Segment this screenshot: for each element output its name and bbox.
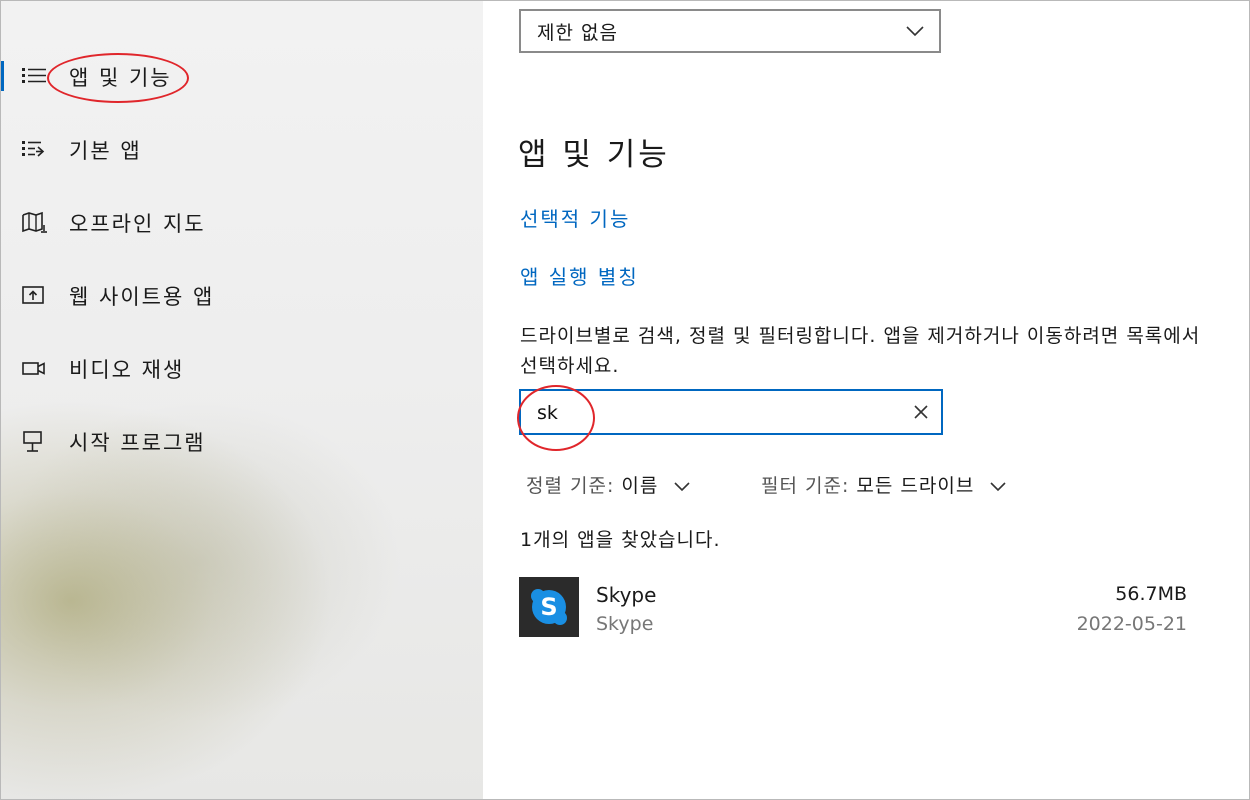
skype-icon: S [531,589,567,625]
app-execution-aliases-link[interactable]: 앱 실행 별칭 [520,261,639,290]
app-name: Skype [596,583,657,607]
app-size: 56.7MB [1115,583,1187,605]
svg-text:S: S [540,593,557,621]
filter-dropdown[interactable]: 필터 기준: 모든 드라이브 [761,471,1007,498]
apps-for-websites-icon [22,286,44,304]
search-box[interactable] [519,389,943,435]
sort-dropdown[interactable]: 정렬 기준: 이름 [526,471,691,498]
app-install-date: 2022-05-21 [1076,613,1187,635]
sidebar-item-offline-maps[interactable]: 오프라인 지도 [1,197,483,247]
result-count: 1개의 앱을 찾았습니다. [520,529,721,551]
sidebar: 앱 및 기능 기본 앱 오프라인 지도 웹 사이트용 앱 비디오 재생 시작 프… [1,1,483,799]
sort-value: 이름 [621,475,659,497]
video-playback-icon [22,362,45,375]
description-text: 드라이브별로 검색, 정렬 및 필터링합니다. 앱을 제거하거나 이동하려면 목… [520,325,1201,377]
default-apps-icon [22,141,45,157]
chevron-down-icon [906,26,924,37]
filter-value: 모든 드라이브 [856,475,975,497]
apps-features-icon [22,68,46,83]
main-pane: 제한 없음 앱 및 기능 선택적 기능 앱 실행 별칭 드라이브별로 검색, 정… [483,1,1248,799]
app-icon-tile: S [519,577,579,637]
startup-icon [23,431,42,452]
sidebar-item-label: 앱 및 기능 [69,66,172,90]
sidebar-item-apps-for-websites[interactable]: 웹 사이트용 앱 [1,270,483,320]
sort-label: 정렬 기준: [526,475,615,497]
filter-label: 필터 기준: [761,475,850,497]
sidebar-item-default-apps[interactable]: 기본 앱 [1,124,483,174]
sidebar-item-label: 오프라인 지도 [69,212,206,236]
chevron-down-icon [674,481,691,491]
sidebar-item-apps-features[interactable]: 앱 및 기능 [1,51,483,101]
restriction-dropdown[interactable]: 제한 없음 [519,9,941,53]
search-input[interactable] [535,397,899,429]
sidebar-item-label: 시작 프로그램 [69,431,206,455]
app-publisher: Skype [596,613,654,635]
section-title: 앱 및 기능 [518,137,670,173]
sidebar-item-label: 웹 사이트용 앱 [69,285,215,309]
sidebar-item-startup[interactable]: 시작 프로그램 [1,416,483,466]
chevron-down-icon [990,481,1006,491]
sidebar-item-label: 기본 앱 [69,139,142,163]
sidebar-item-video-playback[interactable]: 비디오 재생 [1,343,483,393]
selection-indicator [1,61,4,91]
dropdown-value: 제한 없음 [537,21,618,44]
app-list-item[interactable]: S Skype Skype 56.7MB 2022-05-21 [519,577,1199,639]
sidebar-item-label: 비디오 재생 [69,358,185,382]
offline-maps-icon [22,211,47,233]
optional-features-link[interactable]: 선택적 기능 [520,203,630,232]
close-icon[interactable] [913,404,929,420]
